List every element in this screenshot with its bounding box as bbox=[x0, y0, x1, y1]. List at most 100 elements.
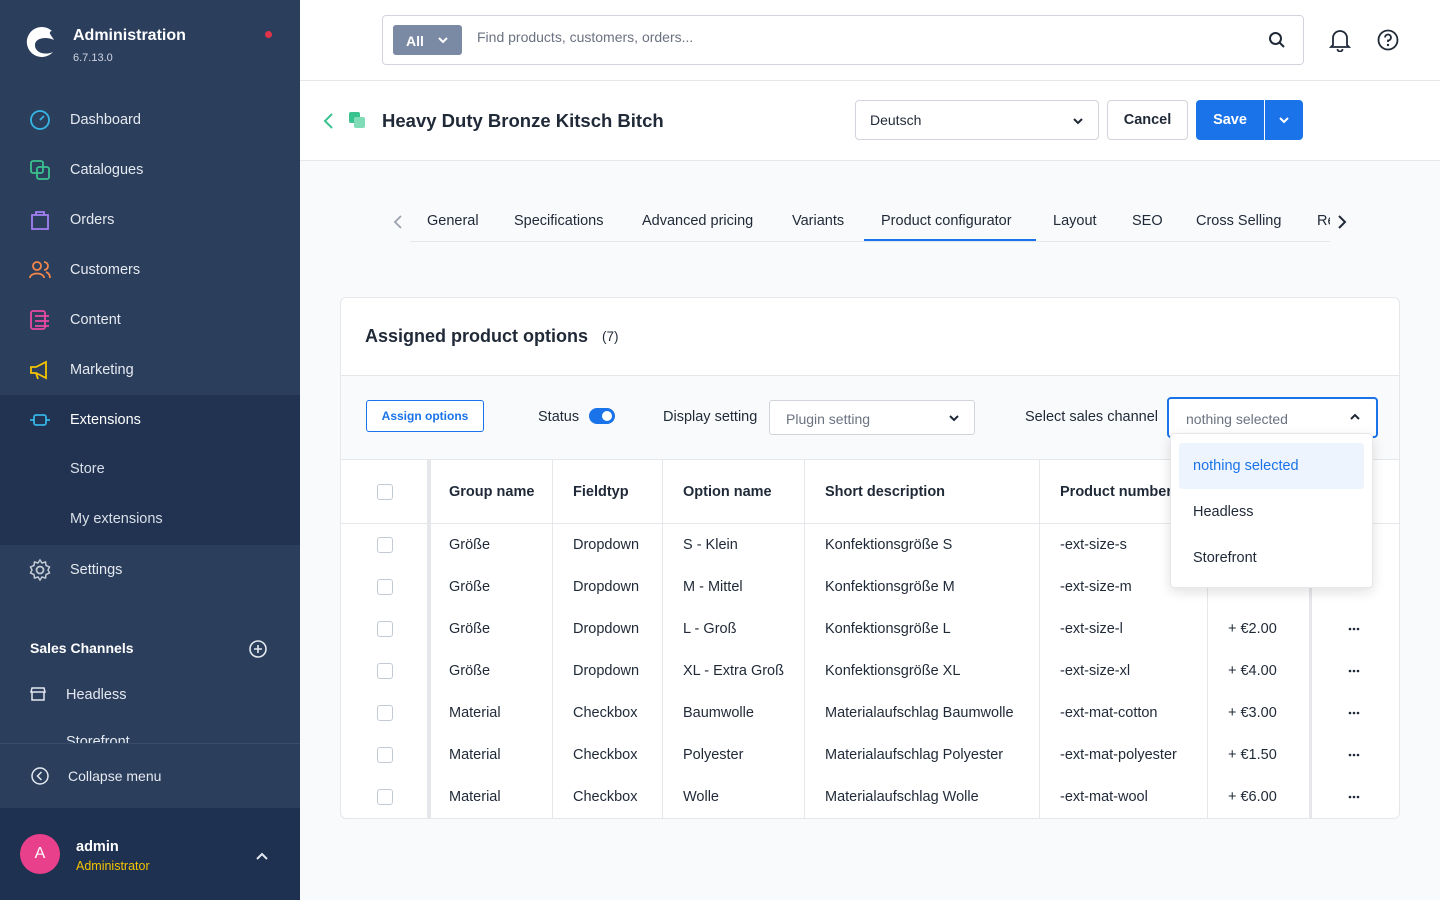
chevron-up-icon bbox=[1350, 413, 1360, 420]
nav-sub-store[interactable]: Store bbox=[0, 445, 300, 495]
row-checkbox[interactable] bbox=[377, 789, 393, 805]
user-menu[interactable]: A admin Administrator bbox=[0, 808, 300, 900]
cancel-button[interactable]: Cancel bbox=[1107, 100, 1188, 140]
active-tab-indicator bbox=[864, 239, 1036, 241]
add-sales-channel-icon[interactable] bbox=[248, 639, 268, 659]
table-row: Größe Dropdown L - Groß Konfektionsgröße… bbox=[341, 608, 1399, 650]
tab-advanced-pricing[interactable]: Advanced pricing bbox=[642, 213, 753, 229]
dropdown-option-nothing-selected[interactable]: nothing selected bbox=[1179, 443, 1364, 489]
row-checkbox[interactable] bbox=[377, 579, 393, 595]
nav-sub-label: Store bbox=[70, 461, 105, 477]
cell-fieldtyp: Checkbox bbox=[573, 789, 638, 805]
cell-group-name: Material bbox=[449, 747, 501, 763]
cell-product-number: -ext-size-m bbox=[1060, 579, 1132, 595]
nav-label: Content bbox=[70, 312, 121, 328]
nav-label: Catalogues bbox=[70, 162, 144, 178]
back-arrow-icon[interactable] bbox=[322, 112, 334, 130]
nav-item-dashboard[interactable]: Dashboard bbox=[0, 95, 300, 145]
sales-channel-select[interactable]: nothing selected bbox=[1167, 397, 1378, 438]
status-toggle[interactable] bbox=[589, 408, 615, 424]
cell-product-number: -ext-mat-wool bbox=[1060, 789, 1148, 805]
cell-product-number: -ext-size-s bbox=[1060, 537, 1127, 553]
dropdown-option-label: Headless bbox=[1193, 504, 1254, 520]
tab-general[interactable]: General bbox=[427, 213, 479, 229]
cell-price: + €3.00 bbox=[1228, 705, 1277, 721]
save-button[interactable]: Save bbox=[1196, 100, 1264, 140]
row-checkbox[interactable] bbox=[377, 663, 393, 679]
display-setting-select[interactable]: Plugin setting bbox=[769, 400, 975, 435]
customers-icon bbox=[29, 261, 51, 279]
cell-short-description: Materialaufschlag Polyester bbox=[825, 747, 1004, 763]
row-checkbox[interactable] bbox=[377, 537, 393, 553]
tabs-scroll-right-icon[interactable] bbox=[1337, 214, 1347, 230]
orders-icon bbox=[31, 211, 49, 230]
cell-product-number: -ext-size-xl bbox=[1060, 663, 1131, 679]
tab-product-configurator[interactable]: Product configurator bbox=[881, 213, 1012, 229]
row-checkbox[interactable] bbox=[377, 621, 393, 637]
cell-group-name: Größe bbox=[449, 579, 491, 595]
help-icon[interactable] bbox=[1377, 29, 1399, 51]
nav-item-marketing[interactable]: Marketing bbox=[0, 345, 300, 395]
settings-icon bbox=[29, 558, 51, 582]
column-header-group-name[interactable]: Group name bbox=[449, 484, 534, 500]
top-bar: All bbox=[300, 0, 1440, 81]
nav-item-settings[interactable]: Settings bbox=[0, 545, 300, 595]
search-icon[interactable] bbox=[1268, 31, 1286, 49]
search-input[interactable] bbox=[477, 29, 1237, 45]
nav-label: Dashboard bbox=[70, 112, 141, 128]
tab-reviews[interactable]: Re bbox=[1317, 213, 1330, 229]
sales-channel-storefront-clipped[interactable]: Storefront bbox=[0, 735, 300, 743]
collapse-icon bbox=[31, 767, 49, 785]
save-options-button[interactable] bbox=[1265, 100, 1303, 140]
options-count: (7) bbox=[602, 329, 619, 344]
cell-option-name: S - Klein bbox=[683, 537, 738, 553]
sales-channel-value: nothing selected bbox=[1186, 411, 1288, 427]
assign-options-button[interactable]: Assign options bbox=[366, 400, 484, 432]
column-header-option-name[interactable]: Option name bbox=[683, 484, 772, 500]
row-checkbox[interactable] bbox=[377, 747, 393, 763]
cell-option-name: Wolle bbox=[683, 789, 719, 805]
more-actions-icon[interactable] bbox=[1346, 790, 1362, 804]
dropdown-option-headless[interactable]: Headless bbox=[1179, 489, 1364, 535]
dropdown-option-storefront[interactable]: Storefront bbox=[1179, 535, 1364, 581]
tab-seo[interactable]: SEO bbox=[1132, 213, 1163, 229]
more-actions-icon[interactable] bbox=[1346, 748, 1362, 762]
collapse-menu-button[interactable]: Collapse menu bbox=[0, 756, 300, 796]
column-header-fieldtyp[interactable]: Fieldtyp bbox=[573, 484, 629, 500]
tab-layout[interactable]: Layout bbox=[1053, 213, 1097, 229]
collapse-label: Collapse menu bbox=[68, 768, 162, 784]
search-type-label: All bbox=[406, 33, 424, 49]
table-row: Material Checkbox Baumwolle Materialaufs… bbox=[341, 692, 1399, 734]
row-checkbox[interactable] bbox=[377, 705, 393, 721]
cell-short-description: Konfektionsgröße L bbox=[825, 621, 951, 637]
tab-cross-selling[interactable]: Cross Selling bbox=[1196, 213, 1281, 229]
cell-group-name: Material bbox=[449, 705, 501, 721]
nav-label: Settings bbox=[70, 562, 123, 578]
nav-item-catalogues[interactable]: Catalogues bbox=[0, 145, 300, 195]
chevron-up-icon bbox=[256, 852, 268, 860]
tab-variants[interactable]: Variants bbox=[792, 213, 844, 229]
tabs-scroll-left-icon[interactable] bbox=[393, 214, 403, 230]
column-header-short-description[interactable]: Short description bbox=[825, 484, 945, 500]
nav-item-extensions[interactable]: Extensions bbox=[0, 395, 300, 445]
cell-option-name: Polyester bbox=[683, 747, 744, 763]
chevron-down-icon bbox=[1073, 118, 1083, 125]
sales-channel-label: Storefront bbox=[66, 735, 130, 743]
language-select[interactable]: Deutsch bbox=[855, 100, 1099, 140]
nav-sub-my-extensions[interactable]: My extensions bbox=[0, 495, 300, 545]
search-type-select[interactable]: All bbox=[393, 25, 462, 55]
select-all-checkbox[interactable] bbox=[377, 484, 393, 500]
more-actions-icon[interactable] bbox=[1346, 706, 1362, 720]
nav-item-orders[interactable]: Orders bbox=[0, 195, 300, 245]
more-actions-icon[interactable] bbox=[1346, 664, 1362, 678]
marketing-icon bbox=[30, 360, 47, 380]
column-header-product-number[interactable]: Product number bbox=[1060, 484, 1172, 500]
nav-item-content[interactable]: Content bbox=[0, 295, 300, 345]
tab-specifications[interactable]: Specifications bbox=[514, 213, 603, 229]
more-actions-icon[interactable] bbox=[1346, 622, 1362, 636]
bell-icon[interactable] bbox=[1329, 28, 1351, 52]
nav-sub-label: My extensions bbox=[70, 511, 163, 527]
sales-channel-headless[interactable]: Headless bbox=[0, 675, 300, 715]
card-title: Assigned product options bbox=[365, 326, 588, 346]
nav-item-customers[interactable]: Customers bbox=[0, 245, 300, 295]
